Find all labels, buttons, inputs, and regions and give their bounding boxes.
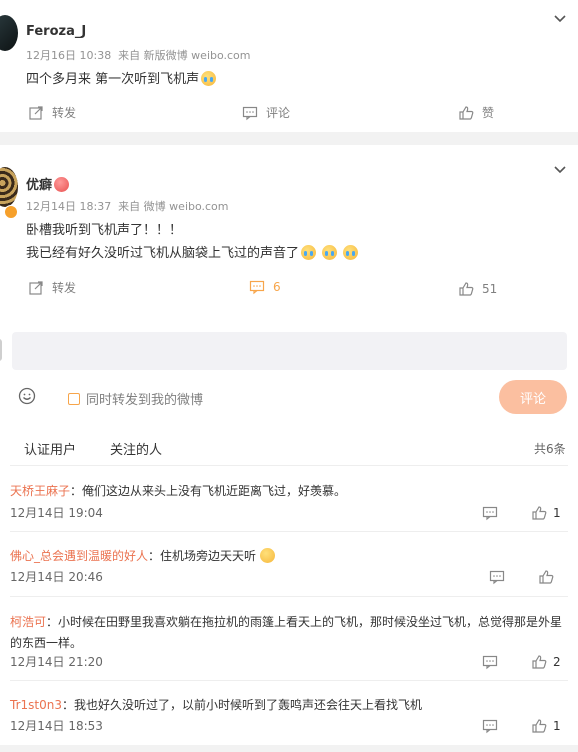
reply-icon[interactable] [489,569,505,585]
comment-item: 佛心_总会遇到温暖的好人：住机场旁边天天听 [10,545,570,564]
emoji-icon [322,245,338,260]
comment-input[interactable] [12,332,567,370]
repost-label: 转发 [52,281,77,295]
section-divider [0,745,578,752]
avatar[interactable] [0,15,18,51]
like-label: 赞 [482,106,495,120]
comment-like-button[interactable]: 1 [531,505,561,521]
comment-item: 柯浩可：小时候在田野里我喜欢躺在拖拉机的雨篷上看天上的飞机，那时候没坐过飞机，总… [10,610,570,654]
divider [10,465,568,466]
comment-item: Tr1st0n3：我也好久没听过了，以前小时候听到了轰鸣声还会往天上看找飞机 [10,694,570,713]
thumbs-up-icon [532,655,547,669]
post-author-name: 优癖 [26,178,53,193]
comment-text: ：住机场旁边天天听 [148,549,257,563]
like-button[interactable]: 赞 [458,104,494,121]
post-meta: 12月14日 18:37 来自 微博 weibo.com [26,200,229,213]
post-author[interactable]: 优癖 [26,174,70,193]
comment-text: ：俺们这边从来头上没有飞机近距离飞过，好羡慕。 [70,484,347,498]
post-card-1: Feroza_J 12月16日 10:38 来自 新版微博 weibo.com … [0,0,578,132]
comment-time: 12月14日 19:04 [10,506,103,520]
comment-button[interactable]: 6 [249,279,281,295]
thumbs-up-icon [459,282,474,296]
divider [10,680,568,681]
post-card-2: 优癖 12月14日 18:37 来自 微博 weibo.com 卧槽我听到飞机声… [0,145,578,320]
comment-icon [242,106,258,120]
emoji-icon [201,71,217,86]
post-text-content: 我已经有好久没听过飞机从脑袋上飞过的声音了 [26,246,300,261]
thumbs-up-icon [539,570,554,584]
reply-icon[interactable] [482,718,498,734]
comment-like-count: 1 [553,719,561,733]
emoji-picker-icon[interactable] [18,387,36,405]
like-count: 51 [482,282,498,296]
divider [10,596,568,597]
repost-button[interactable]: 转发 [28,279,76,296]
thumbs-up-icon [532,719,547,733]
repost-checkbox[interactable] [68,392,80,405]
emoji-icon [54,177,70,192]
section-divider [0,132,578,145]
comment-time: 12月14日 20:46 [10,570,103,584]
post-author[interactable]: Feroza_J [26,24,86,39]
post-text-line2: 我已经有好久没听过飞机从脑袋上飞过的声音了 [26,242,359,261]
emoji-icon [343,245,359,260]
verified-badge-icon [4,205,18,219]
repost-icon [29,280,43,295]
chevron-down-icon[interactable] [552,11,568,27]
thumbs-up-icon [532,506,547,520]
comment-button[interactable]: 评论 [242,104,290,121]
comment-author[interactable]: 天桥王麻子 [10,484,70,498]
comment-icon [249,280,265,295]
emoji-icon [260,548,276,563]
post-text-line1: 卧槽我听到飞机声了！！！ [26,223,183,238]
comment-text: ：我也好久没听过了，以前小时候听到了轰鸣声还会往天上看找飞机 [61,698,422,712]
comment-author[interactable]: 柯浩可 [10,615,46,629]
emoji-icon [301,245,317,260]
comment-like-button[interactable]: 2 [531,654,561,670]
comment-label: 评论 [266,106,291,120]
post-text-content: 四个多月来 第一次听到飞机声 [26,72,200,87]
repost-checkbox-label: 同时转发到我的微博 [86,393,204,408]
post-meta: 12月16日 10:38 来自 新版微博 weibo.com [26,49,251,62]
comment-like-count: 2 [553,655,561,669]
comment-author[interactable]: Tr1st0n3 [10,698,62,712]
repost-checkbox-row[interactable]: 同时转发到我的微博 [68,389,203,408]
divider [10,531,568,532]
comment-author[interactable]: 佛心_总会遇到温暖的好人 [10,549,148,563]
reply-icon[interactable] [482,654,498,670]
comment-total: 共6条 [534,442,566,456]
thumbs-up-icon [459,105,474,120]
avatar[interactable] [0,167,18,207]
comment-like-count: 1 [553,506,561,520]
comment-item: 天桥王麻子：俺们这边从来头上没有飞机近距离飞过，好羡慕。 [10,480,570,499]
avatar-edge [0,339,2,361]
repost-button[interactable]: 转发 [28,104,76,121]
post-text: 四个多月来 第一次听到飞机声 [26,68,217,87]
comment-text-cont: 的东西一样。 [10,636,83,650]
reply-icon[interactable] [482,505,498,521]
comment-like-button[interactable] [538,569,560,585]
comment-count: 6 [273,280,281,294]
comment-time: 12月14日 18:53 [10,719,103,733]
repost-label: 转发 [52,106,77,120]
tab-following[interactable]: 关注的人 [110,439,162,458]
comment-text: ：小时候在田野里我喜欢躺在拖拉机的雨篷上看天上的飞机，那时候没坐过飞机，总觉得那… [46,615,563,629]
like-button[interactable]: 51 [458,281,497,297]
comment-time: 12月14日 21:20 [10,655,103,669]
submit-comment-button[interactable]: 评论 [499,380,567,414]
repost-icon [29,105,43,120]
tab-verified-users[interactable]: 认证用户 [24,439,76,458]
comment-like-button[interactable]: 1 [531,718,561,734]
chevron-down-icon[interactable] [552,162,568,178]
